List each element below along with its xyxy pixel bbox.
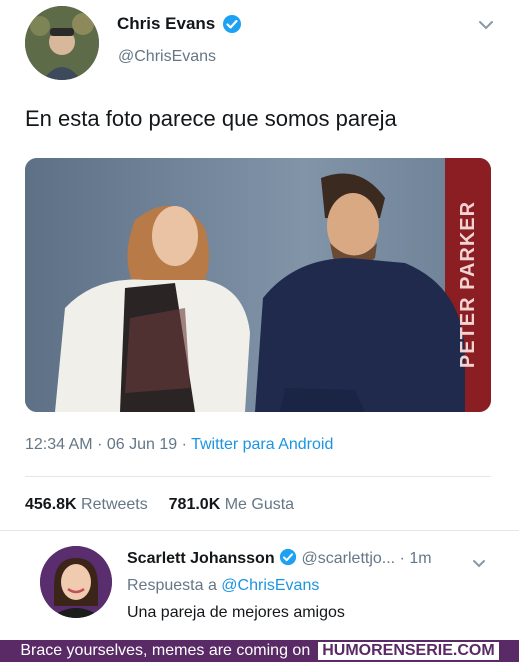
- retweets-stat[interactable]: 456.8K Retweets: [25, 496, 152, 513]
- tweet-photo[interactable]: PETER PARKER: [25, 158, 491, 412]
- tweet-source-link[interactable]: Twitter para Android: [191, 436, 333, 453]
- divider: [0, 530, 519, 531]
- reply-author-handle[interactable]: @scarlettjo...: [302, 550, 396, 567]
- verified-badge-icon: [222, 14, 242, 39]
- footer-brand[interactable]: HUMORENSERIE.COM: [318, 642, 499, 660]
- divider: [25, 476, 491, 477]
- author-name[interactable]: Chris Evans: [117, 14, 215, 34]
- likes-count: 781.0K: [168, 496, 221, 513]
- likes-label: Me Gusta: [224, 496, 295, 513]
- reply-time: · 1m: [399, 550, 432, 567]
- reply-text: Una pareja de mejores amigos: [127, 604, 345, 621]
- meta-separator: ·: [97, 436, 103, 453]
- reply-author-name[interactable]: Scarlett Johansson: [127, 550, 275, 567]
- retweets-count: 456.8K: [25, 496, 77, 513]
- author-avatar[interactable]: [25, 6, 99, 80]
- reply-to-prefix: Respuesta a: [127, 577, 217, 594]
- footer-text: Brace yourselves, memes are coming on: [20, 642, 311, 659]
- reply-to-handle-link[interactable]: @ChrisEvans: [221, 577, 319, 594]
- reply-header: Scarlett Johansson @scarlettjo... · 1m: [127, 548, 432, 571]
- author-handle[interactable]: @ChrisEvans: [118, 48, 216, 66]
- tweet-text: En esta foto parece que somos pareja: [25, 106, 397, 131]
- chevron-down-icon[interactable]: [472, 556, 486, 574]
- retweets-label: Retweets: [81, 496, 148, 513]
- watermark-footer: Brace yourselves, memes are coming on HU…: [0, 640, 519, 662]
- tweet-timestamp: 12:34 AM · 06 Jun 19 · Twitter para Andr…: [25, 436, 333, 454]
- likes-stat[interactable]: 781.0K Me Gusta: [169, 496, 294, 513]
- reply-author-avatar[interactable]: [40, 546, 112, 618]
- chevron-down-icon[interactable]: [478, 18, 494, 36]
- meta-separator: ·: [181, 436, 187, 453]
- tweet-time: 12:34 AM: [25, 436, 93, 453]
- tweet-date: 06 Jun 19: [106, 436, 178, 453]
- reply-to-line: Respuesta a @ChrisEvans: [127, 577, 319, 595]
- photo-watermark: PETER PARKER: [457, 200, 480, 368]
- tweet-stats: 456.8K Retweets 781.0K Me Gusta: [25, 496, 294, 514]
- verified-badge-icon: [279, 548, 297, 571]
